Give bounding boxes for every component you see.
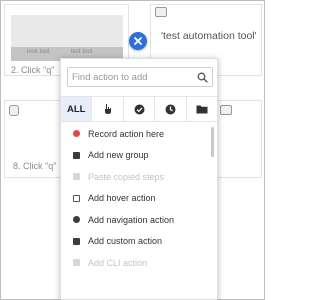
hover-icon <box>73 194 80 202</box>
clock-icon <box>165 104 176 114</box>
step-label: 2. Click "q" <box>11 65 55 75</box>
item-label: Paste copied steps <box>88 171 165 182</box>
tab-all[interactable]: ALL <box>61 97 93 121</box>
item-label: Add new group <box>88 150 149 161</box>
list-item-add-group[interactable]: Add new group <box>61 145 209 167</box>
list-item-add-cli: Add CLI action <box>61 252 209 274</box>
close-button[interactable] <box>129 32 147 50</box>
scrollbar[interactable] <box>211 123 214 299</box>
item-label: Add custom action <box>88 236 163 247</box>
scrollbar-thumb[interactable] <box>211 127 214 157</box>
cli-command-text: 'test automation tool' <box>161 30 257 42</box>
thumbnail-ghost-text: look tool <box>27 49 50 55</box>
folder-icon <box>196 105 208 114</box>
step-card-bottom[interactable]: 8. Click "q" <box>4 100 64 178</box>
check-circle-icon <box>134 104 145 114</box>
action-list: Record action here Add new group Paste c… <box>61 123 209 274</box>
custom-action-icon <box>73 237 80 245</box>
item-label: Record action here <box>88 128 165 139</box>
step-card-right[interactable] <box>214 100 262 178</box>
keyboard-icon <box>220 105 232 115</box>
tab-timing[interactable] <box>155 97 187 121</box>
list-item-add-hover[interactable]: Add hover action <box>61 188 209 210</box>
navigation-icon <box>73 216 80 224</box>
record-icon <box>73 130 80 138</box>
search-box[interactable] <box>67 67 213 87</box>
step-label: 8. Click "q" <box>13 161 57 171</box>
search-input[interactable] <box>72 70 190 85</box>
category-tabs: ALL <box>61 96 217 122</box>
keyboard-icon <box>155 7 167 17</box>
tab-label: ALL <box>66 103 86 115</box>
cli-icon <box>73 259 80 267</box>
search-icon[interactable] <box>197 72 208 83</box>
list-item-record-action[interactable]: Record action here <box>61 123 209 145</box>
item-label: Add navigation action <box>88 214 175 225</box>
add-action-popup: ALL Record action he <box>60 58 218 300</box>
list-item-add-custom[interactable]: Add custom action <box>61 231 209 253</box>
tab-mouse[interactable] <box>92 97 124 121</box>
mouse-icon <box>104 104 111 114</box>
list-item-paste-steps: Paste copied steps <box>61 166 209 188</box>
mouse-icon <box>9 105 19 116</box>
close-icon <box>134 37 142 45</box>
group-icon <box>73 151 80 159</box>
tab-groups[interactable] <box>187 97 217 121</box>
item-label: Add CLI action <box>88 257 148 268</box>
thumbnail-ghost-text: test tool <box>71 49 93 55</box>
paste-icon <box>73 173 80 181</box>
tab-checks[interactable] <box>124 97 156 121</box>
list-item-add-navigation[interactable]: Add navigation action <box>61 209 209 231</box>
item-label: Add hover action <box>88 193 156 204</box>
